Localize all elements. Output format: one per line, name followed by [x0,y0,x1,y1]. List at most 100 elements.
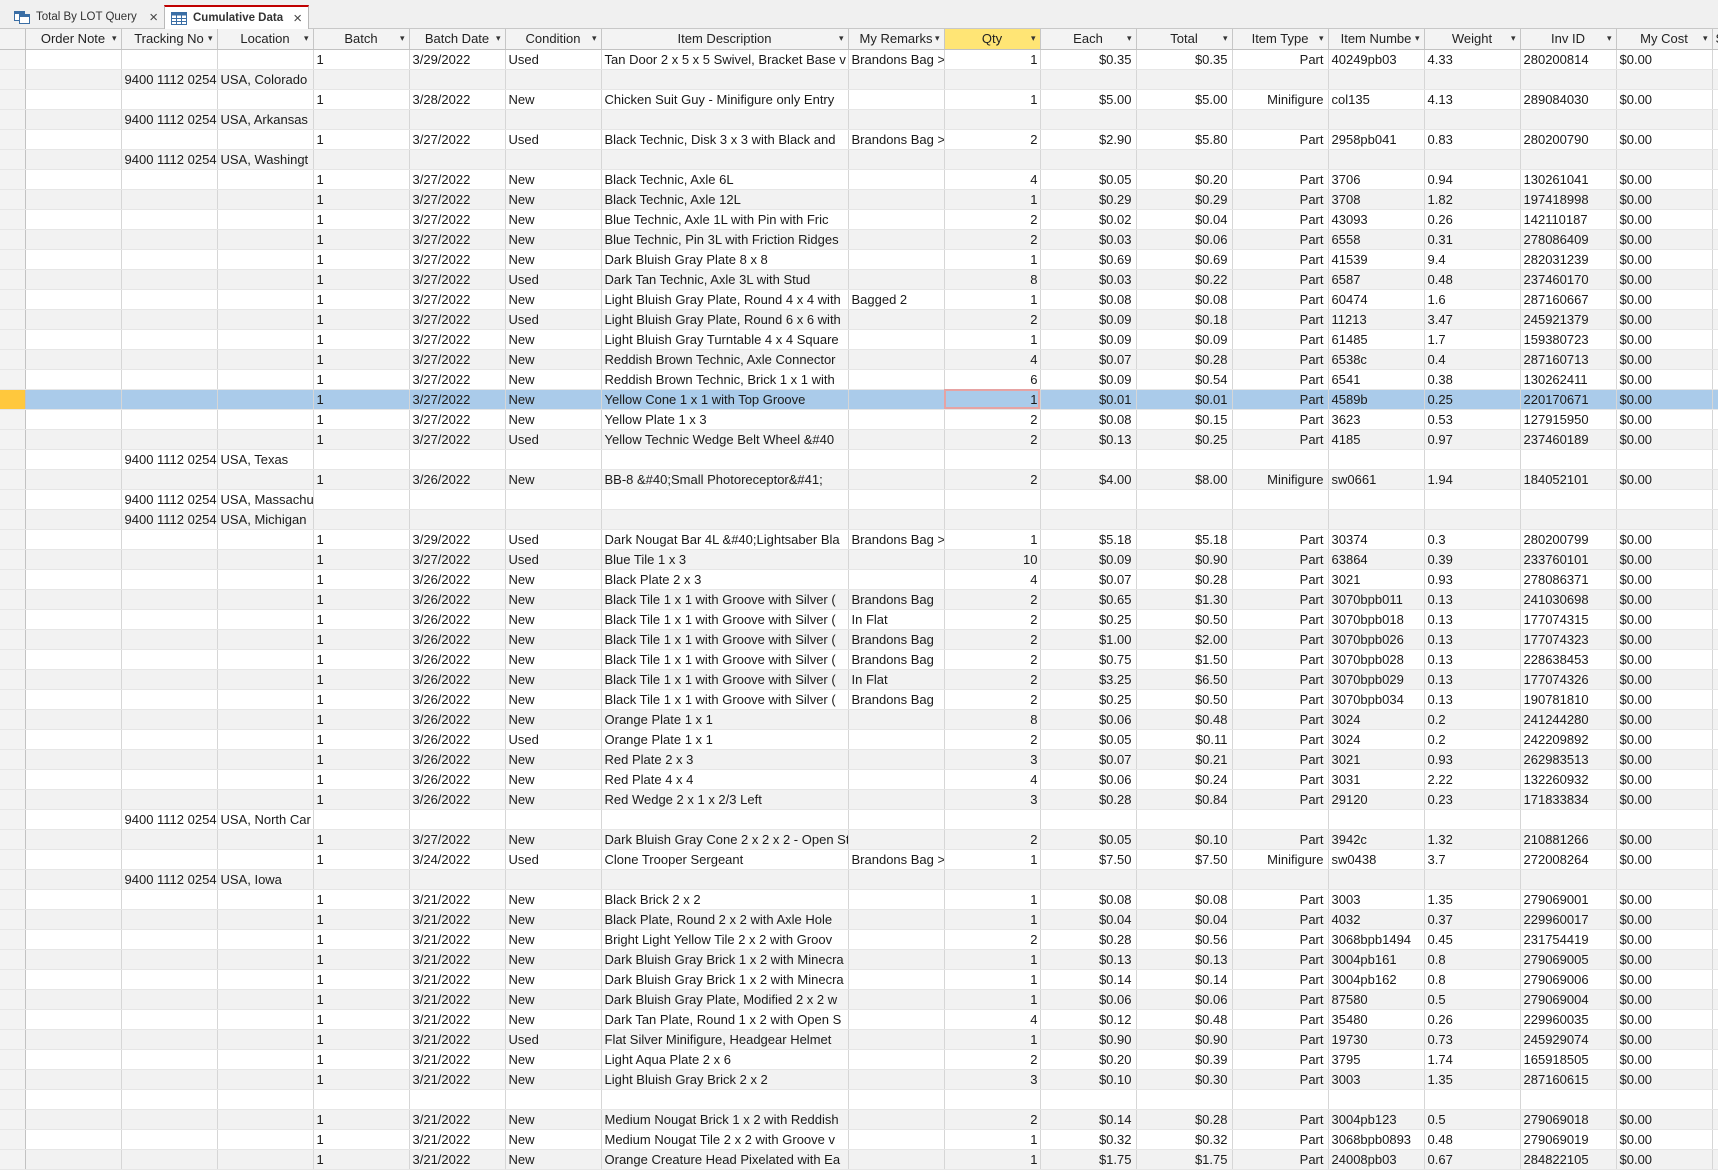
cell-item-number[interactable]: 19730 [1328,1029,1425,1050]
cell-s[interactable] [1712,569,1718,590]
cell-my-remarks[interactable] [848,749,945,770]
cell-my-remarks[interactable] [848,149,945,170]
cell-item-number[interactable]: 24008pb03 [1328,1149,1425,1170]
cell-order-note[interactable] [25,589,122,610]
cell-total[interactable]: $0.48 [1136,709,1233,730]
dropdown-arrow-icon[interactable]: ▾ [1319,29,1324,48]
cell-my-remarks[interactable] [848,89,945,110]
cell-batch-date[interactable]: 3/21/2022 [409,989,506,1010]
cell-batch[interactable]: 1 [313,169,410,190]
cell-batch-date[interactable]: 3/27/2022 [409,249,506,270]
cell-inv-id[interactable] [1520,69,1617,90]
cell-total[interactable]: $0.48 [1136,1009,1233,1030]
cell-s[interactable] [1712,629,1718,650]
cell-batch[interactable] [313,809,410,830]
cell-item-type[interactable]: Part [1232,1009,1329,1030]
cell-weight[interactable]: 4.13 [1424,89,1521,110]
cell-location[interactable] [217,1149,314,1170]
cell-qty[interactable]: 2 [944,649,1041,670]
cell-s[interactable] [1712,189,1718,210]
cell-condition[interactable]: Used [505,49,602,70]
row-selector[interactable] [0,749,26,770]
cell-tracking-no[interactable] [121,429,218,450]
cell-s[interactable] [1712,69,1718,90]
cell-order-note[interactable] [25,649,122,670]
cell-inv-id[interactable]: 130261041 [1520,169,1617,190]
cell-inv-id[interactable]: 132260932 [1520,769,1617,790]
column-header-location[interactable]: Location ▾ [217,29,314,50]
cell-item-number[interactable]: 3003 [1328,1069,1425,1090]
cell-my-remarks[interactable]: Brandons Bag [848,649,945,670]
cell-location[interactable] [217,249,314,270]
cell-batch[interactable] [313,489,410,510]
cell-batch[interactable]: 1 [313,469,410,490]
cell-my-remarks[interactable] [848,1129,945,1150]
cell-item-description[interactable]: Light Bluish Gray Brick 2 x 2 [601,1069,849,1090]
cell-each[interactable]: $0.06 [1040,769,1137,790]
cell-each[interactable]: $0.14 [1040,1109,1137,1130]
cell-item-description[interactable]: Medium Nougat Tile 2 x 2 with Groove v [601,1129,849,1150]
row-selector[interactable] [0,389,26,410]
cell-location[interactable]: USA, Iowa [217,869,314,890]
cell-batch-date[interactable] [409,69,506,90]
cell-my-remarks[interactable]: Bagged 2 [848,289,945,310]
column-header-batch-date[interactable]: Batch Date ▾ [409,29,506,50]
cell-my-cost[interactable]: $0.00 [1616,589,1713,610]
cell-location[interactable] [217,709,314,730]
table-row[interactable]: 1 3/27/2022 Used Light Bluish Gray Plate, R… [0,309,1718,330]
cell-batch-date[interactable]: 3/27/2022 [409,129,506,150]
cell-tracking-no[interactable] [121,389,218,410]
table-row[interactable]: 1 3/21/2022 New Dark Tan Plate, Round 1 x 2… [0,1009,1718,1030]
cell-weight[interactable]: 0.73 [1424,1029,1521,1050]
cell-item-type[interactable]: Part [1232,189,1329,210]
cell-my-remarks[interactable] [848,109,945,130]
cell-s[interactable] [1712,449,1718,470]
cell-s[interactable] [1712,1109,1718,1130]
row-selector[interactable] [0,529,26,550]
cell-condition[interactable]: Used [505,849,602,870]
cell-s[interactable] [1712,89,1718,110]
cell-tracking-no[interactable] [121,989,218,1010]
cell-item-number[interactable]: 6587 [1328,269,1425,290]
cell-total[interactable]: $0.56 [1136,929,1233,950]
cell-item-number[interactable] [1328,1089,1425,1110]
cell-order-note[interactable] [25,489,122,510]
cell-condition[interactable]: New [505,369,602,390]
cell-my-cost[interactable]: $0.00 [1616,749,1713,770]
cell-my-cost[interactable]: $0.00 [1616,529,1713,550]
cell-inv-id[interactable]: 142110187 [1520,209,1617,230]
cell-item-number[interactable]: 63864 [1328,549,1425,570]
cell-batch[interactable]: 1 [313,129,410,150]
cell-batch[interactable] [313,149,410,170]
cell-inv-id[interactable] [1520,489,1617,510]
cell-condition[interactable]: New [505,1069,602,1090]
cell-order-note[interactable] [25,869,122,890]
cell-my-cost[interactable] [1616,109,1713,130]
cell-each[interactable] [1040,509,1137,530]
cell-item-description[interactable]: Dark Nougat Bar 4L &#40;Lightsaber Bla [601,529,849,550]
cell-my-remarks[interactable] [848,229,945,250]
cell-my-cost[interactable]: $0.00 [1616,349,1713,370]
cell-order-note[interactable] [25,1149,122,1170]
cell-item-number[interactable]: 3623 [1328,409,1425,430]
cell-qty[interactable]: 2 [944,829,1041,850]
cell-order-note[interactable] [25,929,122,950]
row-selector[interactable] [0,1069,26,1090]
column-header-item-description[interactable]: Item Description ▾ [601,29,849,50]
cell-item-number[interactable] [1328,509,1425,530]
cell-my-remarks[interactable] [848,869,945,890]
cell-batch[interactable]: 1 [313,969,410,990]
cell-item-description[interactable]: Blue Technic, Pin 3L with Friction Ridge… [601,229,849,250]
cell-item-description[interactable]: Reddish Brown Technic, Brick 1 x 1 with [601,369,849,390]
cell-each[interactable]: $0.07 [1040,569,1137,590]
cell-item-description[interactable]: Black Plate 2 x 3 [601,569,849,590]
cell-each[interactable]: $0.10 [1040,1069,1137,1090]
cell-order-note[interactable] [25,1089,122,1110]
cell-s[interactable] [1712,929,1718,950]
cell-qty[interactable]: 1 [944,989,1041,1010]
cell-my-cost[interactable]: $0.00 [1616,649,1713,670]
cell-total[interactable] [1136,69,1233,90]
cell-s[interactable] [1712,689,1718,710]
cell-qty[interactable]: 1 [944,969,1041,990]
cell-item-description[interactable]: BB-8 &#40;Small Photoreceptor&#41; [601,469,849,490]
